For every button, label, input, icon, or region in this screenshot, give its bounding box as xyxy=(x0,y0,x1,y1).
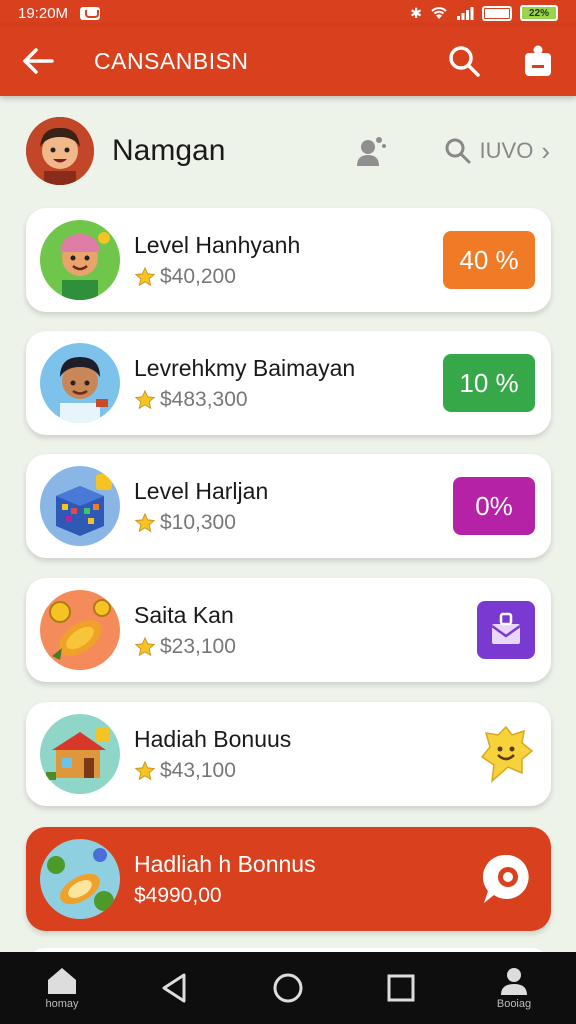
back-triangle-icon xyxy=(162,973,186,1003)
profile-search[interactable]: IUVO xyxy=(444,137,534,165)
star-icon xyxy=(134,266,156,286)
profile-row: Namgan IUVO › xyxy=(0,108,576,194)
chat-bubble-icon xyxy=(482,854,529,903)
chevron-right-icon[interactable]: › xyxy=(541,136,550,167)
system-nav-bar: homay Booiag xyxy=(0,952,576,1024)
smiley-star-icon xyxy=(480,725,534,783)
signal-icon xyxy=(457,7,474,20)
search-icon xyxy=(449,46,480,77)
boy-avatar-icon xyxy=(26,117,94,185)
level-thumbnail xyxy=(40,343,120,423)
star-icon xyxy=(134,636,156,656)
app-title: CANSANBISN xyxy=(94,47,249,74)
gift-envelope-button[interactable] xyxy=(477,601,535,659)
recents-square-icon xyxy=(387,974,415,1002)
search-icon xyxy=(445,138,471,164)
star-icon xyxy=(134,512,156,532)
nav-home-circle[interactable] xyxy=(256,972,320,1004)
coin-rocket-icon xyxy=(40,590,120,670)
battery-percent-badge: 22% xyxy=(520,5,558,21)
avatar[interactable] xyxy=(26,117,94,185)
home-icon xyxy=(48,968,76,994)
person-icon xyxy=(501,968,527,995)
bonus-thumbnail xyxy=(40,714,120,794)
shopping-bag-icon xyxy=(525,45,551,76)
level-thumbnail xyxy=(40,220,120,300)
treasure-icon xyxy=(40,839,120,919)
bonus-thumbnail xyxy=(40,839,120,919)
home-circle-icon xyxy=(273,973,303,1003)
kid-blue-icon xyxy=(40,343,120,423)
star-icon xyxy=(134,760,156,780)
star-icon xyxy=(134,389,156,409)
status-bar: 19:20M ✱ 22% xyxy=(0,0,576,26)
card-title: Level Harljan xyxy=(134,477,269,504)
nav-recents[interactable] xyxy=(369,973,433,1003)
nav-home[interactable]: homay xyxy=(30,966,94,1010)
card-amount: $40,200 xyxy=(160,264,236,288)
percent-badge[interactable]: 10 % xyxy=(443,354,535,412)
search-label: IUVO xyxy=(479,138,534,163)
status-time: 19:20M xyxy=(18,4,69,22)
card-title: Hadliah h Bonnus xyxy=(134,850,316,877)
cube-icon xyxy=(40,466,120,546)
gift-envelope-icon xyxy=(491,612,521,644)
level-thumbnail xyxy=(40,590,120,670)
level-card[interactable]: Levrehkmy Baimayan $483,300 10 % xyxy=(26,331,551,435)
card-title: Hadiah Bonuus xyxy=(134,725,292,752)
card-amount: $23,100 xyxy=(160,634,236,658)
card-amount: $483,300 xyxy=(160,387,248,411)
people-icon[interactable] xyxy=(354,134,388,168)
profile-name: Namgan xyxy=(112,134,226,167)
wifi-icon xyxy=(431,7,447,19)
level-card[interactable]: Saita Kan $23,100 xyxy=(26,578,551,682)
level-card[interactable]: Level Harljan $10,300 0% xyxy=(26,454,551,558)
nav-profile-label: Booiag xyxy=(496,998,532,1010)
level-card[interactable]: Level Hanhyanh $40,200 40 % xyxy=(26,208,551,312)
smiley-star-button[interactable] xyxy=(477,725,535,783)
card-title: Saita Kan xyxy=(134,601,234,628)
chat-button[interactable] xyxy=(477,850,535,908)
bonus-highlight-card[interactable]: Hadliah h Bonnus $4990,00 xyxy=(26,827,551,931)
battery-icon xyxy=(482,5,512,21)
bag-button[interactable] xyxy=(516,39,560,83)
nav-home-label: homay xyxy=(45,998,79,1010)
percent-badge[interactable]: 0% xyxy=(453,477,535,535)
bonus-card[interactable]: Hadiah Bonuus $43,100 xyxy=(26,702,551,806)
card-amount: $10,300 xyxy=(160,510,236,534)
level-thumbnail xyxy=(40,466,120,546)
arrow-left-icon xyxy=(23,48,54,74)
nav-profile[interactable]: Booiag xyxy=(482,966,546,1010)
message-notification-icon xyxy=(80,6,101,20)
app-bar: CANSANBISN xyxy=(0,26,576,96)
nav-back[interactable] xyxy=(143,972,207,1004)
back-button[interactable] xyxy=(16,39,60,83)
card-title: Level Hanhyanh xyxy=(134,231,301,258)
search-button[interactable] xyxy=(442,39,486,83)
kid-green-icon xyxy=(40,220,120,300)
shop-icon xyxy=(40,714,120,794)
card-amount: $43,100 xyxy=(160,758,236,782)
bluetooth-icon: ✱ xyxy=(410,5,422,21)
percent-badge[interactable]: 40 % xyxy=(443,231,535,289)
card-amount: $4990,00 xyxy=(134,883,222,907)
card-title: Levrehkmy Baimayan xyxy=(134,354,356,381)
